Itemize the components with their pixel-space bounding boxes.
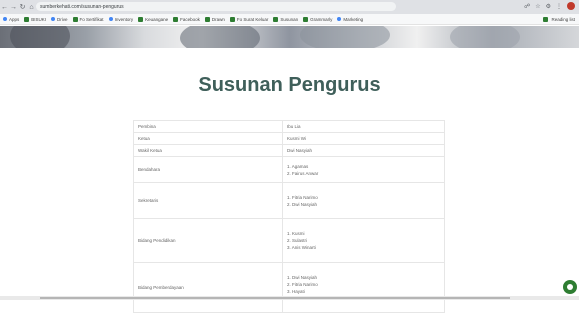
home-icon[interactable]: ⌂ [27,4,36,11]
share-icon[interactable]: ☍ [524,3,530,10]
row-value: 1. Agamas 2. Fairus Anwar [282,156,445,183]
row-label: Pembina [133,120,283,133]
address-bar[interactable]: sumberkehati.com/susunan-pengurus [36,2,396,11]
bookmark-icon [173,16,179,22]
bookmark-inventory[interactable]: Inventory [108,17,133,22]
back-icon[interactable]: ← [0,4,9,11]
chat-button[interactable] [563,280,577,294]
bookmark-surat-keluar[interactable]: Fo Surat Keluar [229,16,268,22]
row-value: 1. Fitria Narimo 2. Dwi Nasyiah [282,182,445,219]
table-row: Pembina Ibu Lia [133,120,445,133]
scrollbar-thumb[interactable] [40,297,510,299]
url-text: sumberkehati.com/susunan-pengurus [40,3,124,10]
table-row: Sekretaris 1. Fitria Narimo 2. Dwi Nasyi… [133,182,445,219]
bookmark-apps[interactable]: Apps [3,17,19,22]
extensions-icon[interactable]: ⚙ [546,3,551,10]
reading-list-icon [543,17,549,22]
bookmark-bisuki[interactable]: BISUKI [24,16,46,22]
table-row: Bidang Pendidikan 1. Kusmi 2. Sulastri 3… [133,218,445,263]
bookmark-keuangan[interactable]: Keuangane [138,16,168,22]
menu-icon[interactable]: ⋮ [556,3,562,10]
bookmark-icon [337,17,342,21]
row-label: Bidang Pemberdayaan [133,262,283,313]
forward-icon[interactable]: → [9,4,18,11]
profile-avatar[interactable] [567,2,575,10]
bookmark-star-icon[interactable]: ☆ [535,3,540,10]
bookmark-icon [72,16,78,22]
table-row: Bendahara 1. Agamas 2. Fairus Anwar [133,156,445,183]
bookmark-marketing[interactable]: Marketing [337,17,363,22]
bookmarks-bar: Apps BISUKI Drive Fo Sertifikat Inventor… [0,14,579,25]
browser-actions: ☍ ☆ ⚙ ⋮ [524,2,575,10]
chat-icon [567,284,573,290]
bookmark-icon [204,16,210,22]
table-row: Bidang Pemberdayaan 1. Dwi Nasyiah 2. Fi… [133,262,445,313]
bookmark-icon [303,16,309,22]
bookmark-icon [273,16,279,22]
bookmark-susunan[interactable]: Susunan [273,16,298,22]
row-label: Bendahara [133,156,283,183]
row-label: Bidang Pendidikan [133,218,283,263]
hero-banner-image [0,26,579,48]
apps-icon [3,17,7,21]
row-value: Ibu Lia [282,120,445,133]
row-label: Sekretaris [133,182,283,219]
row-value: 1. Dwi Nasyiah 2. Fitria Narimo 3. Hayat… [282,262,445,313]
page-title: Susunan Pengurus [198,74,381,96]
pengurus-table: Pembina Ibu Lia Ketua Kusmi Wi Wakil Ket… [133,120,445,313]
bookmark-drive[interactable]: Drive [51,17,68,22]
table-row: Ketua Kusmi Wi [133,132,445,145]
row-value: Dwi Nasyiah [282,144,445,157]
row-value: 1. Kusmi 2. Sulastri 3. Anis Winarti [282,218,445,263]
bookmark-grammarly[interactable]: Grammarly [303,16,332,22]
bookmark-icon [229,16,235,22]
bookmark-sertifikat[interactable]: Fo Sertifikat [72,16,104,22]
reading-list[interactable]: Reading list [543,17,575,22]
row-value: Kusmi Wi [282,132,445,145]
table-row: Wakil Ketua Dwi Nasyiah [133,144,445,157]
bookmark-icon [24,16,30,22]
bookmark-drawn[interactable]: Drawn [204,16,225,22]
row-label: Ketua [133,132,283,145]
drive-icon [51,17,56,21]
row-label: Wakil Ketua [133,144,283,157]
bookmark-facebook[interactable]: Facebook [173,16,200,22]
bookmark-icon [108,17,113,21]
reload-icon[interactable]: ↻ [18,3,27,11]
bookmark-icon [138,16,144,22]
